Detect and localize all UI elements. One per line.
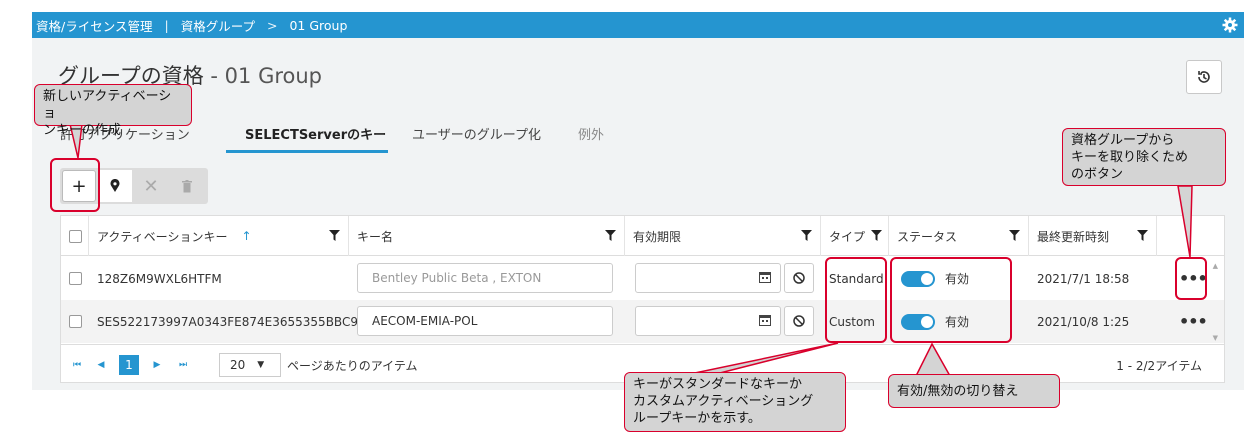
history-icon xyxy=(1198,71,1210,83)
breadcrumb-separator: | xyxy=(164,17,169,33)
breadcrumb-entitlement-groups[interactable]: 資格グループ xyxy=(181,16,255,35)
key-name-input[interactable]: Bentley Public Beta , EXTON xyxy=(357,263,613,293)
last-updated-cell: 2021/7/1 18:58 xyxy=(1037,271,1130,286)
header-key-name[interactable]: キー名 xyxy=(349,216,625,256)
tab-selectserver-keys[interactable]: SELECTServerのキー xyxy=(245,124,386,143)
delete-key-button[interactable] xyxy=(170,170,204,202)
callout-new-key: 新しいアクティベーショ ンキーの作成 xyxy=(34,84,192,138)
first-page-button[interactable]: ⏮ xyxy=(67,355,87,375)
header-select-cell xyxy=(61,216,89,256)
item-count: 1 - 2/2アイテム xyxy=(1116,359,1202,373)
map-pin-icon xyxy=(110,179,120,192)
header-type-label: タイプ xyxy=(829,229,866,244)
key-name-input[interactable]: AECOM-EMIA-POL xyxy=(357,306,613,336)
table-header: アクティベーションキー ↑ キー名 有効期限 タイプ ステータス 最終更新時刻 xyxy=(61,216,1224,256)
breadcrumb-chevron: > xyxy=(266,17,278,33)
scroll-up-arrow[interactable]: ▲ xyxy=(1213,262,1218,270)
header-last-updated[interactable]: 最終更新時刻 xyxy=(1029,216,1157,256)
trash-icon xyxy=(182,179,192,192)
highlight-row-menu xyxy=(1175,257,1207,300)
header-key-name-label: キー名 xyxy=(357,229,394,244)
header-activation-key[interactable]: アクティベーションキー ↑ xyxy=(89,216,349,256)
table-row[interactable]: 128Z6M9WXL6HTFM Bentley Public Beta , EX… xyxy=(61,257,1224,300)
clear-date-button[interactable] xyxy=(784,263,814,293)
row-checkbox[interactable] xyxy=(69,315,82,328)
callout-key-type: キーがスタンダードなキーか カスタムアクティベーショング ループキーかを示す。 xyxy=(624,372,846,432)
next-page-button[interactable]: ▶ xyxy=(147,355,167,375)
table-row[interactable]: SES522173997A0343FE874E3655355BBC97 AECO… xyxy=(61,300,1224,343)
header-expiry-label: 有効期限 xyxy=(633,229,682,244)
filter-icon[interactable] xyxy=(605,230,616,241)
history-button[interactable] xyxy=(1186,60,1222,94)
page-subtitle: - 01 Group xyxy=(203,64,323,88)
page-size-value: 20 xyxy=(230,358,246,372)
filter-icon[interactable] xyxy=(871,230,882,241)
filter-icon[interactable] xyxy=(1009,230,1020,241)
prohibit-icon xyxy=(793,272,805,284)
current-page-button[interactable]: 1 xyxy=(119,355,139,375)
clear-date-button[interactable] xyxy=(784,306,814,336)
page-size-select[interactable]: 20 ▼ xyxy=(219,353,281,377)
keys-table: アクティベーションキー ↑ キー名 有効期限 タイプ ステータス 最終更新時刻 … xyxy=(60,215,1225,383)
calendar-icon[interactable] xyxy=(759,314,771,326)
row-checkbox[interactable] xyxy=(69,272,82,285)
header-type[interactable]: タイプ xyxy=(821,216,889,256)
prev-page-button[interactable]: ◀ xyxy=(91,355,111,375)
header-expiry[interactable]: 有効期限 xyxy=(625,216,821,256)
remove-key-button[interactable]: ✕ xyxy=(134,170,168,202)
activation-key-cell: SES522173997A0343FE874E3655355BBC97 xyxy=(97,314,366,329)
filter-icon[interactable] xyxy=(329,230,340,241)
calendar-icon[interactable] xyxy=(759,271,771,283)
active-tab-indicator xyxy=(226,150,388,153)
last-updated-cell: 2021/10/8 1:25 xyxy=(1037,314,1130,329)
callout-remove-key: 資格グループから キーを取り除くため のボタン xyxy=(1062,128,1226,186)
breadcrumb-root[interactable]: 資格/ライセンス管理 xyxy=(36,16,152,35)
header-status[interactable]: ステータス xyxy=(889,216,1029,256)
activation-key-cell: 128Z6M9WXL6HTFM xyxy=(97,271,222,286)
breadcrumb: 資格/ライセンス管理 | 資格グループ > 01 Group xyxy=(32,12,1244,38)
filter-icon[interactable] xyxy=(1137,230,1148,241)
highlight-add-button xyxy=(50,158,100,212)
tab-user-grouping[interactable]: ユーザーのグループ化 xyxy=(412,124,541,143)
sort-ascending-icon: ↑ xyxy=(241,229,252,243)
prohibit-icon xyxy=(793,315,805,327)
chevron-down-icon: ▼ xyxy=(257,360,265,370)
highlight-type-column xyxy=(825,257,887,343)
highlight-status-column xyxy=(890,257,1012,343)
filter-icon[interactable] xyxy=(801,230,812,241)
header-status-label: ステータス xyxy=(897,229,958,244)
tab-exceptions[interactable]: 例外 xyxy=(578,124,604,143)
gear-icon[interactable] xyxy=(1222,17,1238,33)
header-last-updated-label: 最終更新時刻 xyxy=(1037,229,1110,244)
last-page-button[interactable]: ⏭ xyxy=(173,355,193,375)
pin-button[interactable] xyxy=(98,170,132,202)
callout-toggle: 有効/無効の切り替え xyxy=(888,374,1060,408)
breadcrumb-current: 01 Group xyxy=(289,17,348,33)
header-activation-key-label: アクティベーションキー xyxy=(97,229,228,244)
row-menu-button[interactable]: ••• xyxy=(1179,312,1208,331)
per-page-label: ページあたりのアイテム xyxy=(287,359,418,373)
select-all-checkbox[interactable] xyxy=(69,230,82,243)
scroll-down-arrow[interactable]: ▼ xyxy=(1213,334,1218,342)
